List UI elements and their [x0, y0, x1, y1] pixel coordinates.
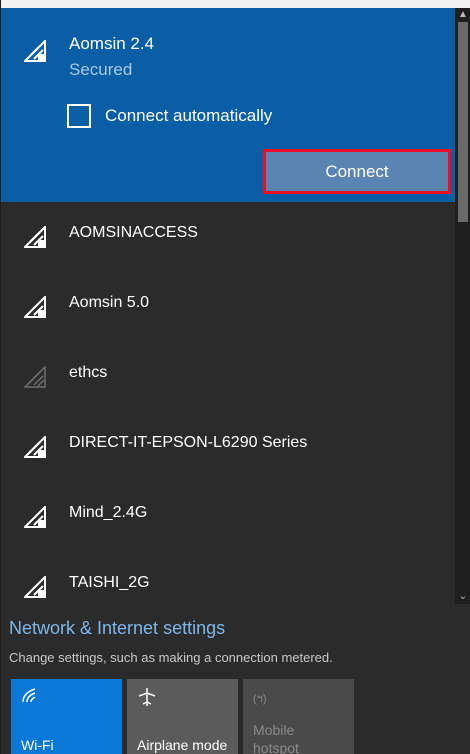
network-list[interactable]: Aomsin 2.4 Secured Connect automatically… [1, 8, 455, 604]
network-name: ethcs [69, 364, 108, 381]
wifi-secured-icon [24, 296, 46, 318]
network-list-scrollbar[interactable]: ▲ ⌄ [455, 8, 470, 604]
wifi-secured-icon [24, 506, 46, 528]
network-settings-link[interactable]: Network & Internet settings [9, 618, 225, 639]
airplane-mode-tile[interactable]: Airplane mode [127, 679, 238, 754]
chevron-up-icon[interactable]: ▲ [455, 8, 470, 22]
wifi-secured-icon [24, 436, 46, 458]
network-item-aomsin-5-0[interactable]: Aomsin 5.0 [1, 272, 455, 342]
network-name: DIRECT-IT-EPSON-L6290 Series [69, 434, 308, 451]
mobile-hotspot-tile[interactable]: (ฯ) Mobile hotspot [243, 679, 354, 754]
network-item-direct-it-epson[interactable]: DIRECT-IT-EPSON-L6290 Series [1, 412, 455, 482]
selected-network-name: Aomsin 2.4 [69, 34, 155, 53]
network-name: Aomsin 5.0 [69, 294, 150, 311]
scrollbar-thumb[interactable] [458, 22, 468, 222]
chevron-down-icon[interactable]: ⌄ [455, 590, 470, 604]
airplane-icon [137, 687, 157, 712]
network-settings-hint: Change settings, such as making a connec… [9, 650, 333, 665]
network-item-taishi-2g[interactable]: TAISHI_2G [1, 552, 455, 604]
top-edge [1, 0, 470, 8]
network-item-mind-2-4g[interactable]: Mind_2.4G [1, 482, 455, 552]
network-name: Mind_2.4G [69, 504, 148, 521]
wifi-icon [21, 687, 41, 708]
network-item-aomsinaccess[interactable]: AOMSINACCESS [1, 202, 455, 272]
connect-automatically-checkbox[interactable] [67, 104, 91, 128]
wifi-tile-label: Wi-Fi [21, 737, 54, 753]
connect-button[interactable]: Connect [263, 149, 451, 194]
wifi-secured-icon [24, 226, 46, 248]
network-flyout: Aomsin 2.4 Secured Connect automatically… [0, 0, 470, 754]
wifi-secured-icon [24, 576, 46, 598]
connect-automatically-label[interactable]: Connect automatically [105, 106, 272, 126]
network-name: TAISHI_2G [69, 574, 150, 591]
selected-network-status: Secured [69, 60, 133, 79]
network-item-ethcs[interactable]: ethcs [1, 342, 455, 412]
wifi-secured-icon [24, 40, 46, 62]
hotspot-label-line1: Mobile [253, 722, 295, 738]
airplane-mode-label: Airplane mode [137, 737, 228, 753]
wifi-weak-icon [24, 366, 46, 388]
hotspot-label-line2: hotspot [253, 740, 299, 754]
mobile-hotspot-label: Mobile hotspot [253, 721, 299, 754]
hotspot-icon: (ฯ) [253, 693, 267, 705]
wifi-toggle-tile[interactable]: Wi-Fi [11, 679, 122, 754]
selected-network-panel[interactable]: Aomsin 2.4 Secured Connect automatically… [1, 8, 455, 202]
network-name: AOMSINACCESS [69, 224, 198, 241]
flyout-footer: Network & Internet settings Change setti… [1, 604, 470, 754]
